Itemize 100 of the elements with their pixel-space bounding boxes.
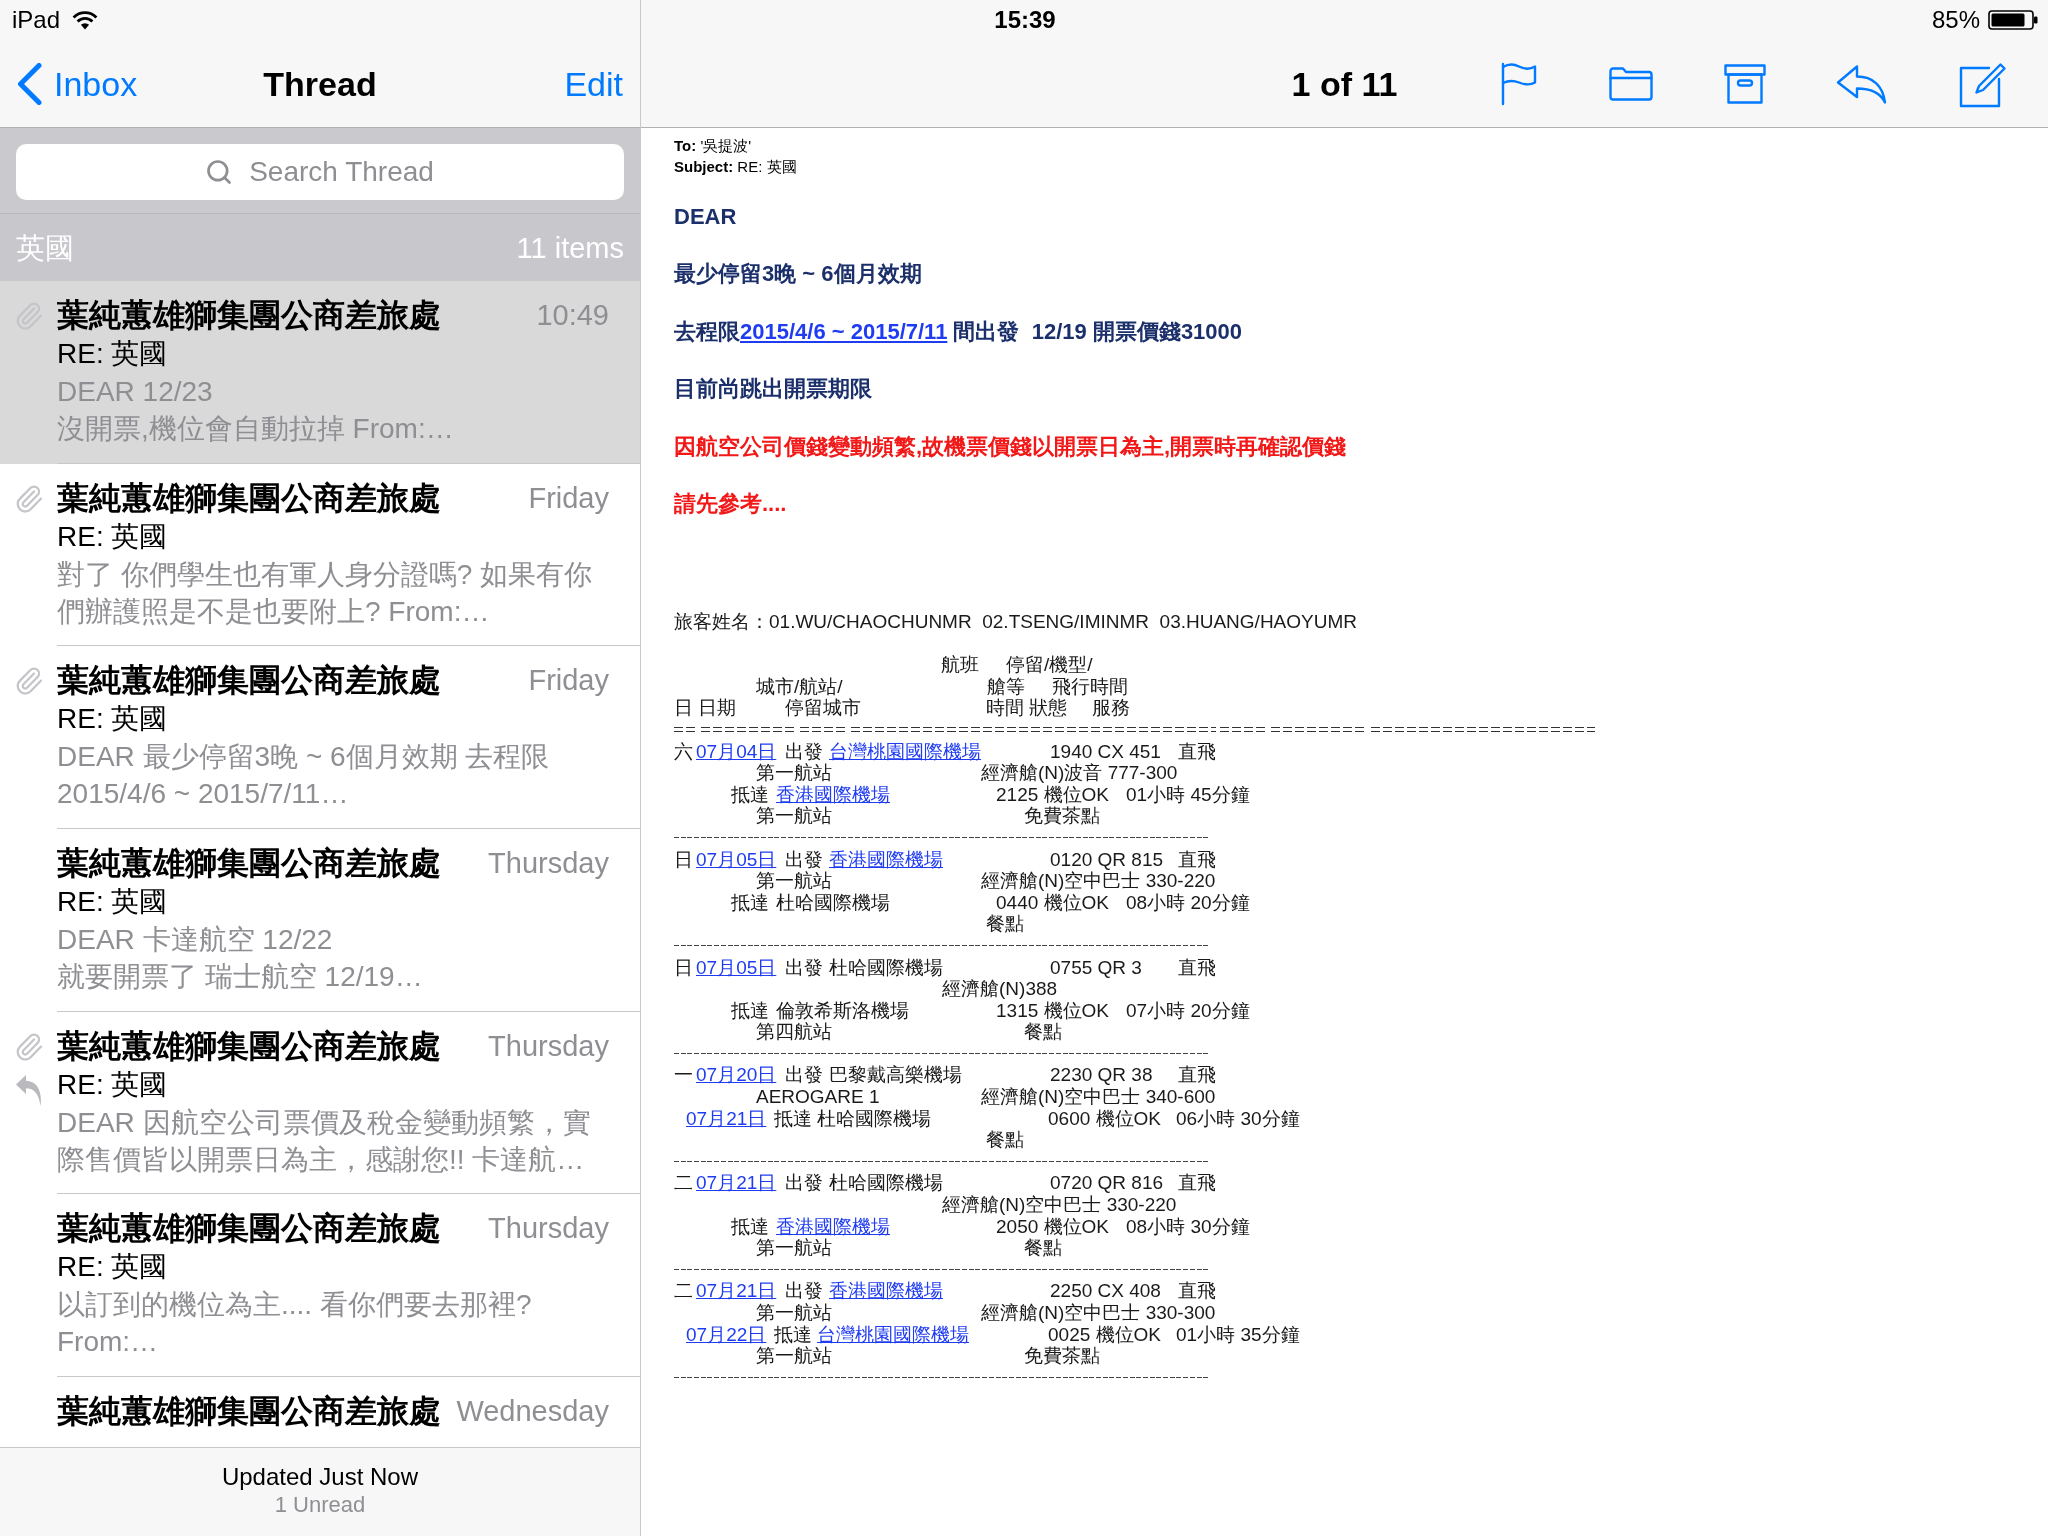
airport-link[interactable]: 台灣桃園國際機場 [817,1323,969,1345]
departure-label: 出發 [785,1064,823,1086]
weekday-text: 二 [674,1280,693,1302]
routing-text: 直飛 [1178,740,1216,762]
terminal-text: 第四航站 [756,1021,832,1043]
message-paragraph: 目前尚跳出開票期限 [674,375,873,403]
arrival-label: 抵達 [731,999,769,1021]
service-text: 餐點 [986,913,1024,935]
flag-icon[interactable] [1500,61,1538,106]
cabin-text: 經濟艙(N)空中巴士 330-220 [942,1194,1177,1216]
airport-name: 倫敦希斯洛機場 [776,999,909,1021]
terminal-text: 第一航站 [756,1237,832,1259]
message-time: Friday [528,663,609,699]
message-subject: RE: 英國 [57,1250,169,1285]
departure-label: 出發 [785,956,823,978]
message-subject: RE: 英國 [57,519,169,554]
arrival-label: 抵達 [731,891,769,913]
column-heading: 日 日期 [674,697,737,719]
airport-link[interactable]: 台灣桃園國際機場 [829,740,981,762]
routing-text: 直飛 [1178,956,1216,978]
weekday-text: 六 [674,740,693,762]
column-heading: 艙等 [987,675,1025,697]
flight-text: 0755 QR 3 [1050,956,1142,978]
arrival-label: 抵達 [774,1107,812,1129]
chevron-left-icon [17,62,42,105]
service-text: 免費茶點 [1024,1345,1100,1367]
search-icon [205,158,233,186]
terminal-text: 第一航站 [756,762,832,784]
flight-text: 1940 CX 451 [1050,740,1161,762]
status-text: 0600 機位OK [1048,1107,1161,1129]
message-paragraph: 請先參考.... [674,490,788,518]
cabin-text: 經濟艙(N)空中巴士 340-600 [981,1086,1216,1108]
folder-icon[interactable] [1608,65,1654,102]
duration-text: 08小時 20分鐘 [1126,891,1250,913]
column-heading: 城市/航站/ [756,675,843,697]
weekday-text: 二 [674,1172,693,1194]
message-preview: 以訂到的機位為主.... 看你們要去那裡? From:… [57,1288,533,1360]
mail-header-line: Subject: RE: 英國 [674,156,798,177]
sender-name: 葉純蕙雄獅集團公商差旅處 [57,1392,441,1432]
message-preview: DEAR 卡達航空 12/22 就要開票了 瑞士航空 12/19… [57,923,424,995]
unread-count: 1 Unread [274,1491,366,1518]
airport-link[interactable]: 香港國際機場 [776,783,890,805]
terminal-text: 第一航站 [756,805,832,827]
service-text: 免費茶點 [1024,805,1100,827]
archive-box-icon[interactable] [1724,63,1766,104]
date-link[interactable]: 07月22日 [686,1323,767,1345]
flight-text: 2230 QR 38 [1050,1064,1153,1086]
date-link[interactable]: 07月04日 [696,740,777,762]
message-paragraph: DEAR [674,202,738,231]
column-heading: 服務 [1092,697,1130,719]
airport-link[interactable]: 香港國際機場 [829,848,943,870]
departure-label: 出發 [785,1280,823,1302]
weekday-text: 日 [674,956,693,978]
date-link[interactable]: 07月21日 [696,1280,777,1302]
status-text: 2125 機位OK [996,783,1109,805]
terminal-text: 第一航站 [756,1345,832,1367]
message-paragraph: 去程限2015/4/6 ~ 2015/7/11 間出發 12/19 開票價錢31000 [674,317,1244,346]
message-time: Thursday [488,1211,609,1247]
arrival-label: 抵達 [731,783,769,805]
device-name: iPad [12,6,61,34]
duration-text: 08小時 30分鐘 [1126,1215,1250,1237]
edit-button[interactable]: Edit [564,61,623,106]
routing-text: 直飛 [1178,1064,1216,1086]
message-preview: DEAR 12/23 沒開票,機位會自動拉掉 From:… [57,375,455,446]
arrival-label: 抵達 [731,1215,769,1237]
status-text: 2050 機位OK [996,1215,1109,1237]
date-link[interactable]: 07月05日 [696,848,777,870]
airport-name: 杜哈國際機場 [829,956,943,978]
back-button[interactable]: Inbox [17,61,138,106]
wifi-icon [72,10,99,30]
airport-name: 杜哈國際機場 [829,1172,943,1194]
departure-label: 出發 [785,740,823,762]
airport-link[interactable]: 香港國際機場 [776,1215,890,1237]
date-link[interactable]: 07月20日 [696,1064,777,1086]
reply-icon[interactable] [1836,63,1888,104]
terminal-text: AEROGARE 1 [756,1086,880,1108]
date-link[interactable]: 07月05日 [696,956,777,978]
message-paragraph: 最少停留3晚 ~ 6個月效期 [674,260,923,288]
airport-link[interactable]: 香港國際機場 [829,1280,943,1302]
search-field[interactable]: Search Thread [16,144,624,200]
date-link[interactable]: 07月21日 [696,1172,777,1194]
passenger-names: 旅客姓名：01.WU/CHAOCHUNMR 02.TSENG/IMINMR 03.HUANG/HAOYUMR [674,611,1358,633]
message-paragraph: 因航空公司價錢變動頻繁,故機票價錢以開票日為主,開票時再確認價錢 [674,432,1348,461]
routing-text: 直飛 [1178,848,1216,870]
sender-name: 葉純蕙雄獅集團公商差旅處 [57,844,441,884]
weekday-text: 一 [674,1064,693,1086]
flight-text: 0120 QR 815 [1050,848,1164,870]
body-link[interactable]: 2015/4/6 ~ 2015/7/11 [740,318,948,344]
duration-text: 01小時 45分鐘 [1126,783,1250,805]
message-subject: RE: 英國 [57,885,169,920]
message-time: Thursday [488,846,609,882]
sender-name: 葉純蕙雄獅集團公商差旅處 [57,661,441,701]
airport-name: 杜哈國際機場 [817,1107,931,1129]
flight-text: 0720 QR 816 [1050,1172,1164,1194]
message-row[interactable]: 葉純蕙雄獅集團公商差旅處 10:49 RE: 英國 DEAR 12/23 沒開票,機位會自動拉掉 From:… [0,281,640,464]
date-link[interactable]: 07月21日 [686,1107,767,1129]
terminal-text: 第一航站 [756,870,832,892]
sender-name: 葉純蕙雄獅集團公商差旅處 [57,478,441,518]
cabin-text: 經濟艙(N)空中巴士 330-300 [981,1302,1216,1323]
column-heading: 時間 狀態 [986,697,1068,719]
